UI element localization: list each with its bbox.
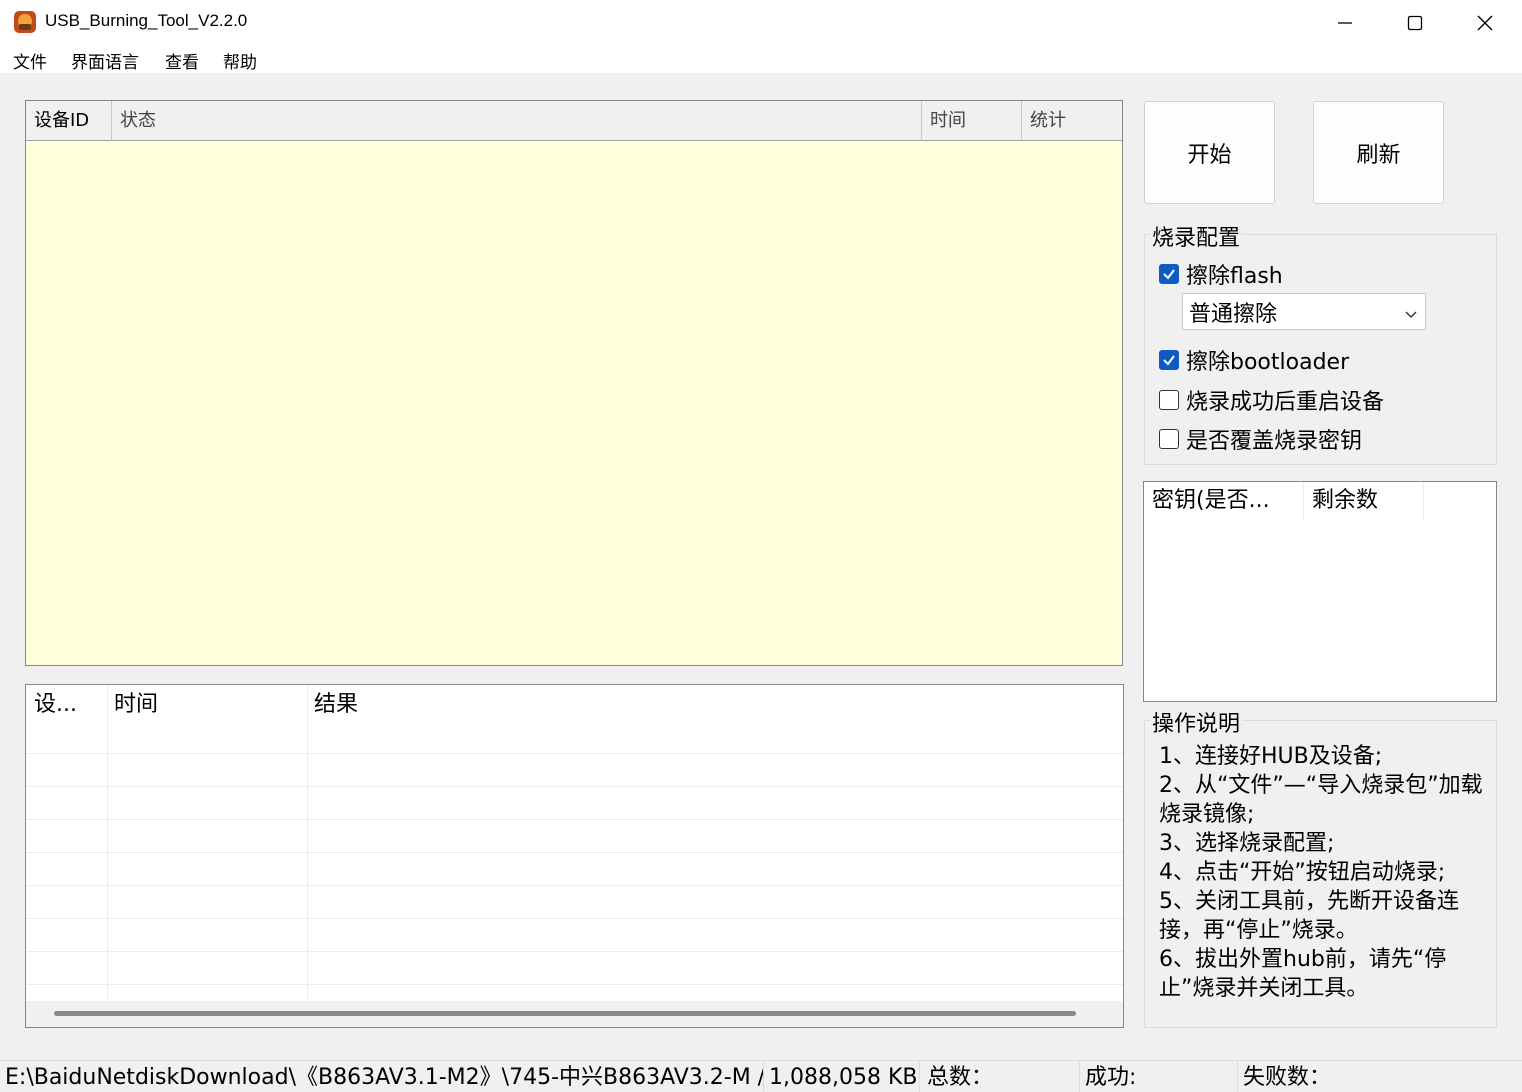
app-icon (13, 10, 37, 34)
table-row (26, 885, 1123, 886)
col-stats[interactable]: 统计 (1022, 101, 1122, 141)
log-col-device[interactable]: 设... (26, 685, 108, 725)
scrollbar-thumb[interactable] (54, 1011, 1076, 1016)
erase-mode-value: 普通擦除 (1189, 301, 1278, 327)
instructions-title: 操作说明 (1150, 706, 1243, 738)
table-row (26, 819, 1123, 820)
status-file-size: 1,088,058 KB (764, 1061, 920, 1092)
menu-help[interactable]: 帮助 (223, 48, 257, 73)
maximize-button[interactable] (1380, 0, 1450, 45)
table-row (26, 786, 1123, 787)
status-bar: E:\BaiduNetdiskDownload\《B863AV3.1-M2》\7… (0, 1060, 1522, 1092)
start-button[interactable]: 开始 (1144, 101, 1275, 204)
table-row (26, 951, 1123, 952)
status-fail: 失败数： (1243, 1065, 1332, 1090)
menu-file[interactable]: 文件 (13, 48, 47, 73)
log-col-divider (107, 685, 108, 1001)
minimize-icon (1338, 21, 1352, 24)
erase-mode-select[interactable]: 普通擦除 (1182, 293, 1426, 330)
horizontal-scrollbar[interactable] (26, 1001, 1123, 1027)
key-col-name[interactable]: 密钥(是否... (1144, 482, 1304, 520)
menu-language[interactable]: 界面语言 (71, 48, 139, 73)
table-row (26, 753, 1123, 754)
burn-config-title: 烧录配置 (1150, 220, 1243, 252)
key-col-remaining[interactable]: 剩余数 (1304, 482, 1424, 520)
erase-flash-checkbox[interactable]: 擦除flash (1159, 258, 1283, 290)
erase-flash-label: 擦除flash (1186, 264, 1283, 289)
reboot-after-checkbox[interactable]: 烧录成功后重启设备 (1159, 384, 1384, 416)
title-bar: USB_Burning_Tool_V2.2.0 (0, 0, 1522, 45)
log-col-divider (307, 685, 308, 1001)
window-title: USB_Burning_Tool_V2.2.0 (45, 11, 248, 30)
col-device-id[interactable]: 设备ID (26, 101, 112, 141)
erase-bootloader-label: 擦除bootloader (1186, 350, 1350, 375)
menu-view[interactable]: 查看 (165, 48, 199, 73)
overwrite-key-checkbox[interactable]: 是否覆盖烧录密钥 (1159, 423, 1362, 455)
minimize-button[interactable] (1310, 0, 1380, 45)
checkbox-checked-icon[interactable] (1159, 264, 1179, 284)
erase-bootloader-checkbox[interactable]: 擦除bootloader (1159, 344, 1349, 376)
log-col-time[interactable]: 时间 (106, 685, 306, 725)
table-row (26, 852, 1123, 853)
reboot-after-label: 烧录成功后重启设备 (1186, 390, 1385, 415)
checkbox-unchecked-icon[interactable] (1159, 390, 1179, 410)
col-time[interactable]: 时间 (922, 101, 1022, 141)
device-table[interactable]: 设备ID 状态 时间 统计 (25, 100, 1123, 666)
refresh-button[interactable]: 刷新 (1313, 101, 1444, 204)
status-file-path: E:\BaiduNetdiskDownload\《B863AV3.1-M2》\7… (0, 1061, 764, 1092)
log-col-result[interactable]: 结果 (306, 685, 606, 725)
status-total: 总数： (922, 1061, 1080, 1092)
maximize-icon (1407, 15, 1423, 30)
checkbox-checked-icon[interactable] (1159, 350, 1179, 370)
table-row (26, 984, 1123, 985)
chevron-down-icon[interactable] (1404, 305, 1418, 324)
close-button[interactable] (1450, 0, 1520, 45)
device-table-header: 设备ID 状态 时间 统计 (26, 101, 1122, 141)
close-icon (1477, 15, 1493, 30)
log-table[interactable]: 设... 时间 结果 (25, 684, 1124, 1028)
instructions-text: 1、连接好HUB及设备; 2、从“文件”—“导入烧录包”加载烧录镜像; 3、选择… (1159, 744, 1483, 1001)
key-table[interactable]: 密钥(是否... 剩余数 (1143, 481, 1497, 702)
checkbox-unchecked-icon[interactable] (1159, 429, 1179, 449)
status-success: 成功: (1080, 1061, 1238, 1092)
table-row (26, 918, 1123, 919)
col-status[interactable]: 状态 (112, 101, 922, 141)
menu-bar: 文件 界面语言 查看 帮助 (0, 45, 1522, 73)
overwrite-key-label: 是否覆盖烧录密钥 (1186, 429, 1363, 454)
